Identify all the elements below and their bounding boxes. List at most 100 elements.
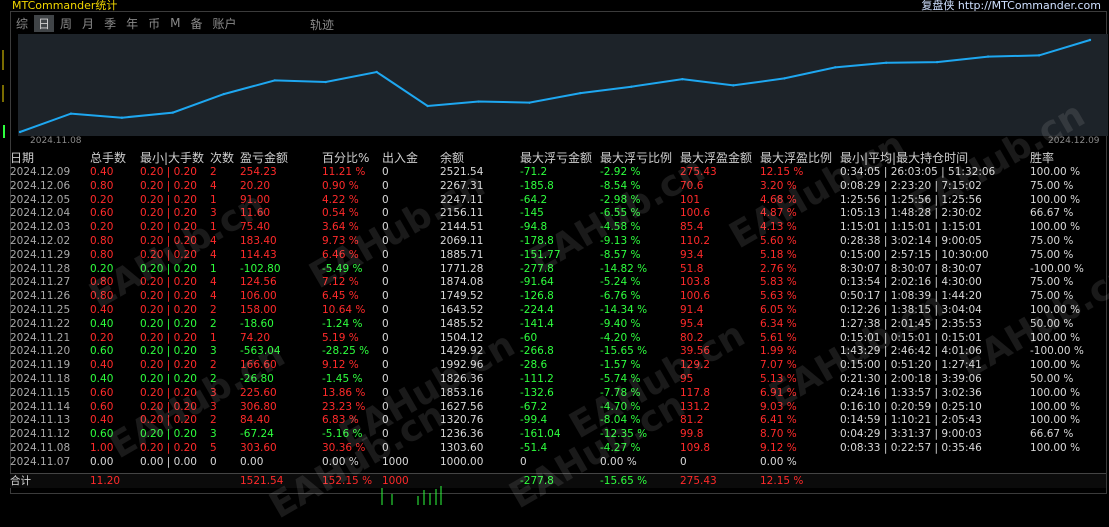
column-header[interactable]: 次数	[210, 150, 234, 166]
cell-hold: 1:15:01 | 1:15:01 | 1:15:01	[840, 221, 982, 234]
cell-io: 0	[382, 359, 389, 372]
tab-6[interactable]: 币	[144, 15, 164, 32]
table-row[interactable]: 2024.11.25 0.40 0.20 | 0.20 2 158.00 10.64 % 0…	[10, 304, 1106, 318]
cell-count: 4	[210, 248, 217, 261]
cell-mfl: -141.4	[520, 317, 554, 330]
table-row[interactable]: 2024.12.02 0.80 0.20 | 0.20 4 183.40 9.73 % 0 2…	[10, 235, 1106, 249]
table-row[interactable]: 2024.11.22 0.40 0.20 | 0.20 2 -18.60 -1.24 % 0…	[10, 318, 1106, 332]
table-row[interactable]: 2024.11.15 0.60 0.20 | 0.20 3 225.60 13.86 % 0…	[10, 387, 1106, 401]
tab-1[interactable]: 日	[34, 14, 55, 32]
cell-pct: 11.21 %	[322, 166, 366, 178]
tab-8[interactable]: 备	[186, 15, 206, 32]
table-row[interactable]: 2024.12.05 0.20 0.20 | 0.20 1 91.00 4.22 % 0 22…	[10, 194, 1106, 208]
table-row[interactable]: 2024.11.27 0.80 0.20 | 0.20 4 124.56 7.12 % 0 1…	[10, 276, 1106, 290]
cell-lots: 0.20	[90, 262, 114, 275]
cell-mfp: 99.8	[680, 428, 704, 441]
column-header[interactable]: 胜率	[1030, 150, 1054, 166]
cell-balance: 1504.12	[440, 331, 484, 344]
cell-balance: 1874.08	[440, 276, 484, 289]
cell-pnl: 306.80	[240, 400, 277, 413]
cell-win: 75.00 %	[1030, 276, 1074, 289]
total-mflp: -15.65 %	[600, 475, 648, 487]
tab-9[interactable]: 账户	[208, 15, 240, 32]
balance-point	[1088, 38, 1092, 42]
column-header[interactable]: 百分比%	[322, 150, 369, 166]
table-row[interactable]: 2024.12.06 0.80 0.20 | 0.20 4 20.20 0.90 % 0 22…	[10, 180, 1106, 194]
table-row[interactable]: 2024.12.04 0.60 0.20 | 0.20 3 11.60 0.54 % 0 21…	[10, 207, 1106, 221]
cell-count: 3	[210, 207, 217, 220]
cell-count: 2	[210, 359, 217, 372]
cell-balance: 1771.28	[440, 262, 484, 275]
table-row[interactable]: 2024.11.20 0.60 0.20 | 0.20 3 -563.04 -28.25 …	[10, 345, 1106, 359]
tab-5[interactable]: 年	[122, 15, 142, 32]
tab-7[interactable]: M	[166, 16, 184, 30]
cell-pnl: -563.04	[240, 345, 281, 358]
cell-mfpp: 9.03 %	[760, 400, 797, 413]
cell-count: 3	[210, 345, 217, 358]
table-row[interactable]: 2024.12.03 0.20 0.20 | 0.20 1 75.40 3.64 % 0 21…	[10, 221, 1106, 235]
cell-mflp: -9.40 %	[600, 317, 641, 330]
total-label: 合计	[10, 475, 31, 487]
table-row[interactable]: 2024.11.14 0.60 0.20 | 0.20 3 306.80 23.23 % 0…	[10, 401, 1106, 415]
table-row[interactable]: 2024.11.28 0.20 0.20 | 0.20 1 -102.80 -5.49 %…	[10, 263, 1106, 277]
table-row[interactable]: 2024.11.13 0.40 0.20 | 0.20 2 84.40 6.83 % 0 13…	[10, 414, 1106, 428]
cell-balance: 1627.56	[440, 400, 484, 413]
cell-io: 0	[382, 234, 389, 247]
cell-mflp: -12.35 %	[600, 428, 648, 441]
cell-pct: 7.12 %	[322, 276, 359, 289]
table-row[interactable]: 2024.12.09 0.40 0.20 | 0.20 2 254.23 11.21 % 0…	[10, 166, 1106, 180]
table-row[interactable]: 2024.11.08 1.00 0.20 | 0.20 5 303.60 30.36 % 0…	[10, 442, 1106, 456]
cell-mfl: 0	[520, 455, 527, 468]
cell-mfp: 91.4	[680, 303, 704, 316]
column-header[interactable]: 盈亏金额	[240, 150, 288, 166]
cell-hold: 0:15:00 | 2:57:15 | 10:30:00	[840, 248, 989, 261]
table-row[interactable]: 2024.11.18 0.40 0.20 | 0.20 2 -26.80 -1.45 % 0…	[10, 373, 1106, 387]
cell-lots: 0.20	[90, 193, 114, 206]
column-header[interactable]: 最大浮盈金额	[680, 150, 752, 166]
total-lots: 11.20	[90, 475, 121, 487]
column-header[interactable]: 最小|大手数	[140, 150, 204, 166]
tab-3[interactable]: 月	[78, 15, 98, 32]
column-header[interactable]: 总手数	[90, 150, 126, 166]
cell-lots: 0.40	[90, 414, 114, 427]
tab-2[interactable]: 周	[56, 15, 76, 32]
cell-pnl: 124.56	[240, 276, 277, 289]
cell-minmax: 0.20 | 0.20	[140, 221, 197, 234]
cell-hold: 1:43:29 | 2:46:42 | 4:01:06	[840, 345, 982, 358]
total-mfpp: 12.15 %	[760, 475, 804, 487]
cell-mfpp: 6.05 %	[760, 303, 797, 316]
cell-lots: 0.80	[90, 276, 114, 289]
cell-win: -100.00 %	[1030, 262, 1084, 275]
cell-pct: 6.83 %	[322, 414, 359, 427]
balance-point	[528, 101, 531, 104]
table-row[interactable]: 2024.11.19 0.40 0.20 | 0.20 2 166.60 9.12 % 0 1…	[10, 359, 1106, 373]
column-header[interactable]: 最大浮亏金额	[520, 150, 592, 166]
balance-point	[69, 112, 73, 115]
column-header[interactable]: 出入金	[382, 150, 418, 166]
cell-lots: 0.80	[90, 248, 114, 261]
table-row[interactable]: 2024.11.29 0.80 0.20 | 0.20 4 114.43 6.46 % 0 1…	[10, 249, 1106, 263]
cell-mfp: 100.6	[680, 290, 711, 303]
cell-win: 66.67 %	[1030, 428, 1074, 441]
column-header[interactable]: 日期	[10, 150, 34, 166]
cell-count: 2	[210, 372, 217, 385]
cell-date: 2024.11.18	[10, 372, 71, 385]
table-row[interactable]: 2024.11.07 0.00 0.00 | 0.00 0 0.00 0.00 % 1000…	[10, 456, 1106, 470]
cell-win: 100.00 %	[1030, 359, 1081, 372]
cell-mflp: -6.76 %	[600, 290, 641, 303]
column-header[interactable]: 最大浮盈比例	[760, 150, 832, 166]
cell-count: 3	[210, 386, 217, 399]
column-header[interactable]: 余额	[440, 150, 464, 166]
cell-win: 100.00 %	[1030, 331, 1081, 344]
cell-pct: 10.64 %	[322, 303, 366, 316]
table-row[interactable]: 2024.11.12 0.60 0.20 | 0.20 3 -67.24 -5.16 % 0…	[10, 428, 1106, 442]
cell-mfl: -94.8	[520, 221, 548, 234]
tab-0[interactable]: 综	[12, 15, 32, 32]
column-header[interactable]: 最大浮亏比例	[600, 150, 672, 166]
table-row[interactable]: 2024.11.26 0.80 0.20 | 0.20 4 106.00 6.45 % 0 1…	[10, 290, 1106, 304]
cell-balance: 1643.52	[440, 303, 484, 316]
tab-4[interactable]: 季	[100, 15, 120, 32]
table-row[interactable]: 2024.11.21 0.20 0.20 | 0.20 1 74.20 5.19 % 0 15…	[10, 332, 1106, 346]
cell-date: 2024.12.03	[10, 221, 71, 234]
column-header[interactable]: 最小|平均|最大持仓时间	[840, 150, 968, 166]
